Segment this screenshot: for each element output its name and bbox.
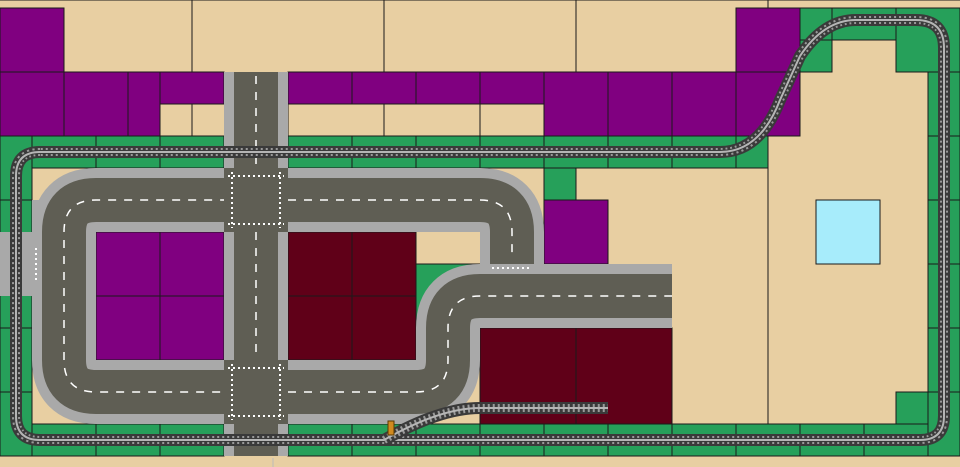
crossing-signal-icon[interactable] — [387, 420, 395, 436]
water-plate[interactable] — [815, 199, 881, 265]
purple-inner-baseplates[interactable] — [95, 231, 225, 361]
layout-canvas[interactable] — [0, 0, 960, 467]
